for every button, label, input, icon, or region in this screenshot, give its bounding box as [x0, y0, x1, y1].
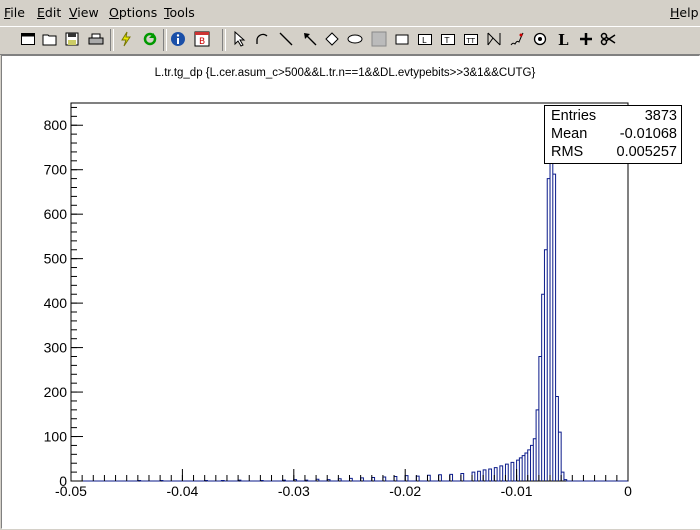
y-tick-label: 400	[44, 295, 68, 311]
x-tick-label: -0.01	[501, 483, 533, 499]
stats-entries: Entries 3873	[551, 108, 677, 124]
histogram-bin	[539, 356, 542, 481]
histogram-bin	[533, 439, 536, 481]
histogram-bin	[511, 462, 514, 481]
histogram-bin	[536, 410, 539, 481]
histogram-bin	[531, 445, 534, 481]
histogram-bin	[500, 466, 503, 481]
histogram-bin	[519, 458, 522, 481]
histogram-bin	[489, 469, 492, 481]
histogram-bin	[553, 174, 556, 481]
stats-rms: RMS 0.005257	[551, 144, 677, 160]
histogram-bin	[522, 456, 525, 481]
y-tick-label: 700	[44, 162, 68, 178]
y-tick-label: 0	[59, 473, 67, 489]
plot-title: L.tr.tg_dp {L.cer.asum_c>500&&L.tr.n==1&…	[124, 62, 566, 84]
y-tick-label: 100	[44, 429, 68, 445]
y-tick-label: 500	[44, 251, 68, 267]
histogram-bin	[542, 294, 545, 481]
y-tick-label: 600	[44, 206, 68, 222]
histogram-bin	[478, 471, 481, 481]
histogram-bin	[544, 250, 547, 481]
histogram-bin	[556, 397, 559, 481]
y-tick-label: 300	[44, 340, 68, 356]
histogram-bin	[550, 130, 553, 481]
y-tick-label: 800	[44, 117, 68, 133]
histogram-bin	[564, 480, 567, 481]
x-tick-label: -0.04	[166, 483, 198, 499]
x-tick-label: -0.02	[389, 483, 421, 499]
stats-mean: Mean -0.01068	[551, 126, 677, 142]
histogram-bin	[558, 432, 561, 481]
stats-box[interactable]: Entries 3873 Mean -0.01068 RMS 0.005257	[544, 105, 682, 164]
y-tick-label: 200	[44, 384, 68, 400]
histogram-bin	[547, 179, 550, 481]
x-tick-label: -0.03	[278, 483, 310, 499]
x-tick-label: 0	[624, 483, 632, 499]
